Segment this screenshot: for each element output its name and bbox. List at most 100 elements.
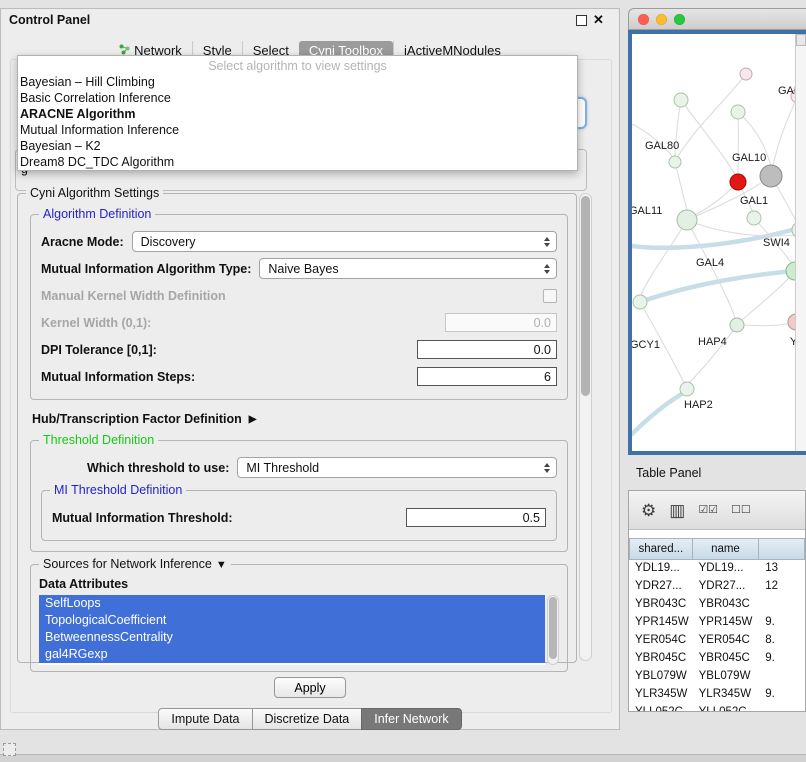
algorithm-dropdown-list: Bayesian – Hill ClimbingBasic Correlatio… <box>18 74 577 170</box>
combo-arrows-icon <box>538 463 550 473</box>
table-row[interactable]: YPR145WYPR145W9. <box>629 614 805 632</box>
graph-edge[interactable] <box>687 220 735 318</box>
column-header[interactable]: shared... <box>629 538 693 560</box>
dropdown-item[interactable]: Basic Correlation Inference <box>18 90 577 106</box>
bottom-tab-impute-data[interactable]: Impute Data <box>158 708 252 730</box>
mi-threshold-group: MI Threshold Definition Mutual Informati… <box>41 490 557 541</box>
scrollbar-thumb[interactable] <box>549 597 557 659</box>
select-all-icon[interactable]: ☑☑ <box>698 505 718 516</box>
bottom-tab-discretize-data[interactable]: Discretize Data <box>252 708 363 730</box>
dpi-tolerance-input[interactable]: 0.0 <box>417 340 557 359</box>
graph-edge[interactable] <box>675 162 687 210</box>
network-canvas[interactable]: GALGAL80GAL10GAL11GAL1SWI4GAL4GCY1HAP4YH… <box>632 34 806 451</box>
columns-icon[interactable]: ▥ <box>669 502 685 519</box>
minimize-traffic-light[interactable] <box>656 14 667 25</box>
dropdown-item[interactable]: Dream8 DC_TDC Algorithm <box>18 154 577 170</box>
aracne-mode-select[interactable]: Discovery <box>132 231 557 252</box>
bottom-tab-infer-network[interactable]: Infer Network <box>361 708 461 730</box>
dropdown-item[interactable]: ARACNE Algorithm <box>18 106 577 122</box>
control-panel-titlebar[interactable]: Control Panel ✕ <box>1 9 619 31</box>
attribute-item[interactable]: SelfLoops <box>39 595 545 612</box>
graph-edge-thick[interactable] <box>632 391 687 434</box>
close-traffic-light[interactable] <box>638 14 649 25</box>
table-cell: YLR345W <box>693 686 760 704</box>
mi-steps-input[interactable]: 6 <box>417 367 557 386</box>
threshold-definition-group: Threshold Definition Which threshold to … <box>30 440 568 552</box>
zoom-traffic-light[interactable] <box>674 14 685 25</box>
column-header[interactable] <box>759 538 805 560</box>
attributes-scrollbar[interactable] <box>547 595 559 665</box>
table-row[interactable]: YER054CYER054C8. <box>629 632 805 650</box>
clear-selection-icon[interactable]: ☐☐ <box>731 505 751 516</box>
expand-right-icon: ▶ <box>249 414 257 425</box>
scrollbar-thumb[interactable] <box>581 196 590 396</box>
graph-node[interactable] <box>677 210 697 230</box>
table-row[interactable]: YLR345WYLR345W9. <box>629 686 805 704</box>
graph-node[interactable] <box>680 382 694 396</box>
graph-node[interactable] <box>731 105 745 119</box>
apply-button[interactable]: Apply <box>274 677 346 698</box>
table-cell: YLL052C <box>629 704 693 712</box>
table-cell: 13 <box>759 560 805 578</box>
graph-node-label: GAL4 <box>696 257 724 269</box>
gear-icon[interactable]: ⚙ <box>641 502 656 519</box>
network-scrollbar[interactable] <box>795 34 806 451</box>
panel-grip-icon <box>3 743 16 756</box>
table-row[interactable]: YDL19...YDL19...13 <box>629 560 805 578</box>
table-cell: YBR043C <box>629 596 693 614</box>
table-row[interactable]: YBR045CYBR045C9. <box>629 650 805 668</box>
graph-edge[interactable] <box>742 271 795 320</box>
table-row[interactable]: YLL052CYLL052C <box>629 704 805 712</box>
scrollbar-button[interactable] <box>796 34 806 46</box>
algorithm-definition-title: Algorithm Definition <box>39 207 155 221</box>
table-row[interactable]: YBR043CYBR043C <box>629 596 805 614</box>
graph-node-label: GAL11 <box>632 205 662 217</box>
mi-threshold-label: Mutual Information Threshold: <box>52 511 233 525</box>
dropdown-placeholder: Select algorithm to view settings <box>18 58 577 74</box>
graph-node[interactable] <box>747 211 761 225</box>
dpi-tolerance-label: DPI Tolerance [0,1]: <box>41 343 157 357</box>
table-toolbar: ⚙ ▥ ☑☑ ☐☐ <box>629 491 805 530</box>
kernel-width-label: Kernel Width (0,1): <box>41 316 151 330</box>
table-row[interactable]: YBL079WYBL079W <box>629 668 805 686</box>
sources-title[interactable]: Sources for Network Inference▼ <box>39 557 231 571</box>
attribute-item[interactable]: BetweennessCentrality <box>39 629 545 646</box>
sources-group: Sources for Network Inference▼ Data Attr… <box>30 564 568 672</box>
column-header[interactable]: name <box>693 538 760 560</box>
aracne-mode-label: Aracne Mode: <box>41 235 124 249</box>
close-icon[interactable]: ✕ <box>593 12 604 28</box>
table-cell: YDR27... <box>629 578 693 596</box>
attributes-listbox[interactable]: SelfLoopsTopologicalCoefficientBetweenne… <box>39 595 559 665</box>
network-view-frame: GALGAL80GAL10GAL11GAL1SWI4GAL4GCY1HAP4YH… <box>628 30 806 455</box>
network-window-titlebar[interactable] <box>628 8 806 30</box>
table-row[interactable]: YDR27...YDR27...12 <box>629 578 805 596</box>
graph-node[interactable] <box>740 68 752 80</box>
manual-kernel-checkbox[interactable] <box>543 289 557 303</box>
graph-node[interactable] <box>669 156 681 168</box>
hub-definition-label: Hub/Transcription Factor Definition <box>32 412 242 426</box>
graph-edge[interactable] <box>689 325 737 383</box>
graph-edge[interactable] <box>641 220 687 295</box>
dropdown-item[interactable]: Bayesian – K2 <box>18 138 577 154</box>
graph-node[interactable] <box>633 295 647 309</box>
network-graph: GALGAL80GAL10GAL11GAL1SWI4GAL4GCY1HAP4YH… <box>632 34 806 451</box>
dropdown-item[interactable]: Bayesian – Hill Climbing <box>18 74 577 90</box>
dropdown-item[interactable]: Mutual Information Inference <box>18 122 577 138</box>
graph-node[interactable] <box>730 174 746 190</box>
aracne-mode-value: Discovery <box>141 235 196 249</box>
mi-type-select[interactable]: Naive Bayes <box>259 258 557 279</box>
settings-scrollbar[interactable] <box>579 193 592 661</box>
graph-edge[interactable] <box>687 220 806 236</box>
which-threshold-select[interactable]: MI Threshold <box>237 457 557 478</box>
float-window-icon[interactable] <box>576 15 587 26</box>
graph-node-label: SWI4 <box>763 237 790 249</box>
graph-node[interactable] <box>674 93 688 107</box>
graph-node[interactable] <box>760 165 782 187</box>
mi-threshold-input[interactable]: 0.5 <box>406 508 546 527</box>
attribute-item[interactable]: gal4RGexp <box>39 646 545 663</box>
attribute-item[interactable]: TopologicalCoefficient <box>39 612 545 629</box>
table-cell: YDR27... <box>693 578 760 596</box>
graph-node[interactable] <box>730 318 744 332</box>
hub-definition-toggle[interactable]: Hub/Transcription Factor Definition ▶ <box>32 412 568 426</box>
graph-edge[interactable] <box>681 100 735 175</box>
